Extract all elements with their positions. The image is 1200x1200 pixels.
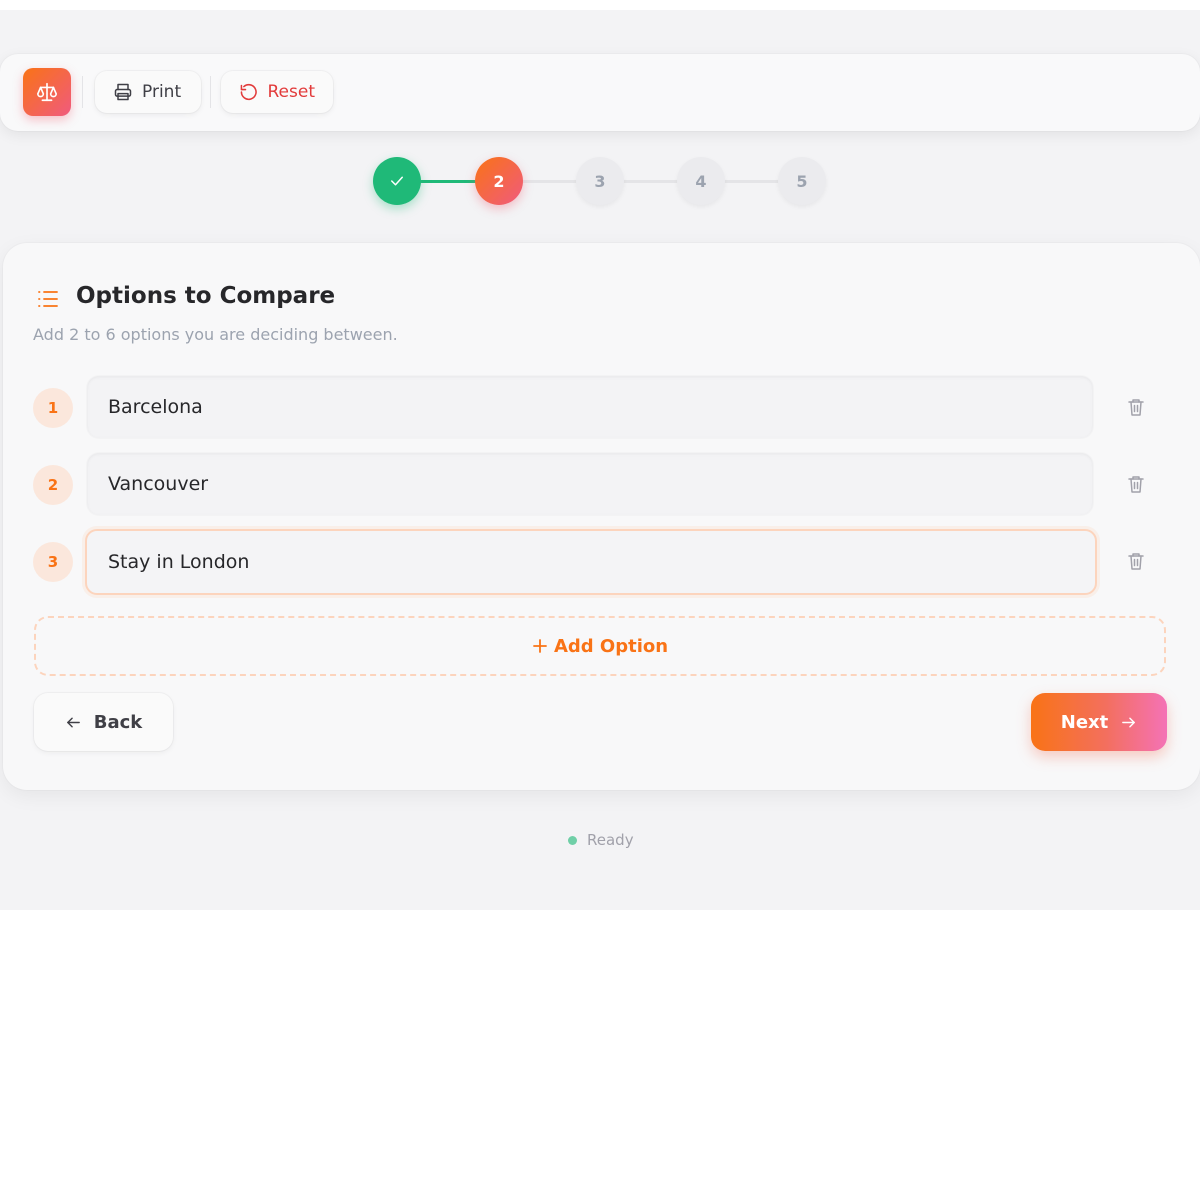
step-connector: [521, 180, 578, 183]
status-dot: [568, 835, 577, 845]
check-icon: [391, 176, 403, 186]
step-1[interactable]: [373, 157, 421, 205]
back-button[interactable]: Back: [34, 693, 173, 751]
arrow-right-icon: [1122, 717, 1136, 727]
scale-icon: [37, 82, 57, 102]
step-3[interactable]: 3: [576, 157, 624, 205]
plus-icon: [533, 639, 547, 653]
delete-option-button[interactable]: [1128, 552, 1144, 570]
back-button-label: Back: [93, 711, 143, 733]
step-connector: [420, 180, 476, 183]
option-input[interactable]: Vancouver: [87, 453, 1093, 515]
delete-option-button[interactable]: [1128, 475, 1144, 493]
trash-icon: [1128, 476, 1144, 493]
toolbar: Print Reset: [0, 54, 1200, 131]
option-input[interactable]: Barcelona: [87, 376, 1093, 438]
option-number-badge: 2: [33, 465, 73, 505]
print-button-label: Print: [142, 82, 182, 102]
trash-icon: [1128, 399, 1144, 416]
next-button-label: Next: [1060, 711, 1109, 733]
step-connector: [623, 180, 679, 183]
add-option-label: Add Option: [553, 635, 669, 657]
trash-icon: [1128, 553, 1144, 570]
toolbar-divider: [210, 76, 211, 108]
options-card: Options to Compare Add 2 to 6 options yo…: [3, 243, 1200, 790]
add-option-button[interactable]: Add Option: [34, 616, 1166, 676]
status-indicator: Ready: [568, 831, 634, 849]
option-number-badge: 3: [33, 542, 73, 582]
delete-option-button[interactable]: [1128, 398, 1144, 416]
step-4[interactable]: 4: [677, 157, 725, 205]
option-input[interactable]: Stay in London: [85, 529, 1097, 595]
step-2[interactable]: 2: [475, 157, 523, 205]
arrow-left-icon: [66, 717, 80, 727]
card-title: Options to Compare: [76, 283, 336, 309]
option-number-badge: 1: [33, 388, 73, 428]
reset-icon: [240, 83, 257, 101]
app-logo: [23, 68, 71, 116]
step-connector: [724, 180, 780, 183]
toolbar-divider: [82, 76, 83, 108]
card-subtitle: Add 2 to 6 options you are deciding betw…: [33, 325, 398, 344]
step-5[interactable]: 5: [778, 157, 826, 205]
printer-icon: [114, 83, 132, 101]
status-text: Ready: [587, 831, 634, 849]
list-icon: [38, 291, 58, 307]
reset-button-label: Reset: [267, 82, 316, 102]
print-button[interactable]: Print: [95, 71, 201, 113]
reset-button[interactable]: Reset: [221, 71, 333, 113]
next-button[interactable]: Next: [1031, 693, 1167, 751]
